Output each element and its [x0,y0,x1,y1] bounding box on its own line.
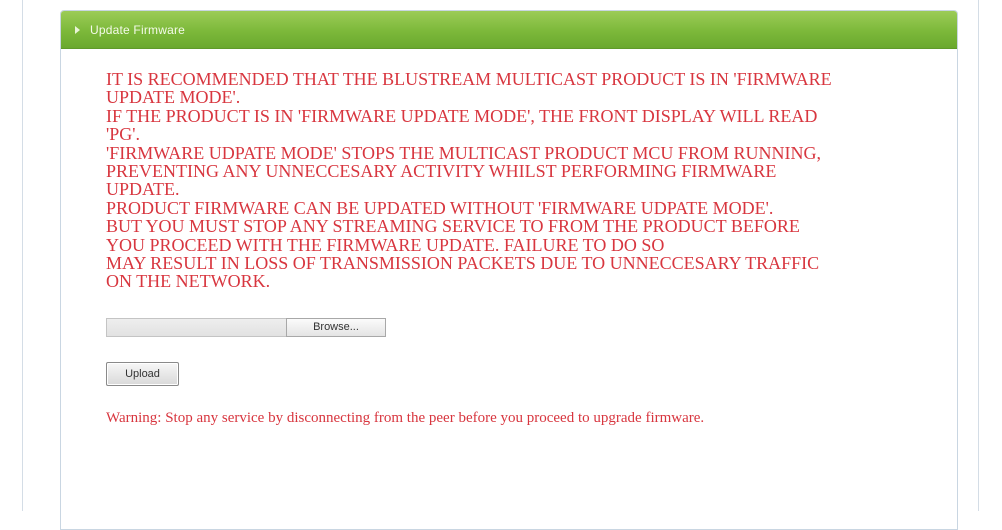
upload-button[interactable]: Upload [106,361,179,386]
page-border-left [22,0,23,511]
notice-line: 'PG'. [106,124,140,145]
browse-button[interactable]: Browse... [286,317,386,337]
notice-line: IT IS RECOMMENDED THAT THE BLUSTREAM MUL… [106,69,832,89]
panel-header[interactable]: Update Firmware [61,11,957,49]
notice-line: ON THE NETWORK. [106,271,271,292]
page-border-right [978,0,979,511]
firmware-file-picker: Browse... [106,317,957,337]
notice-line: MAY RESULT IN LOSS OF TRANSMISSION PACKE… [106,253,820,274]
notice-line: YOU PROCEED WITH THE FIRMWARE UPDATE. FA… [106,234,665,255]
notice-line: PRODUCT FIRMWARE CAN BE UPDATED WITHOUT … [106,197,774,218]
notice-line: 'FIRMWARE UDPATE MODE' STOPS THE MULTICA… [106,142,821,163]
firmware-notice: IT IS RECOMMENDED THAT THE BLUSTREAM MUL… [106,70,926,291]
update-firmware-panel: Update Firmware IT IS RECOMMENDED THAT T… [60,10,958,530]
notice-line: UPDATE. [106,179,180,200]
notice-line: BUT YOU MUST STOP ANY STREAMING SERVICE … [106,216,800,237]
notice-line: PREVENTING ANY UNNECCESARY ACTIVITY WHIL… [106,161,777,182]
panel-body: IT IS RECOMMENDED THAT THE BLUSTREAM MUL… [61,49,957,427]
notice-line: UPDATE MODE'. [106,87,241,108]
file-path-field[interactable] [106,317,286,337]
upgrade-warning: Warning: Stop any service by disconnecti… [106,409,705,426]
panel-title: Update Firmware [90,22,186,37]
notice-line: IF THE PRODUCT IS IN 'FIRMWARE UPDATE MO… [106,105,818,126]
collapse-arrow-icon[interactable] [75,25,80,34]
